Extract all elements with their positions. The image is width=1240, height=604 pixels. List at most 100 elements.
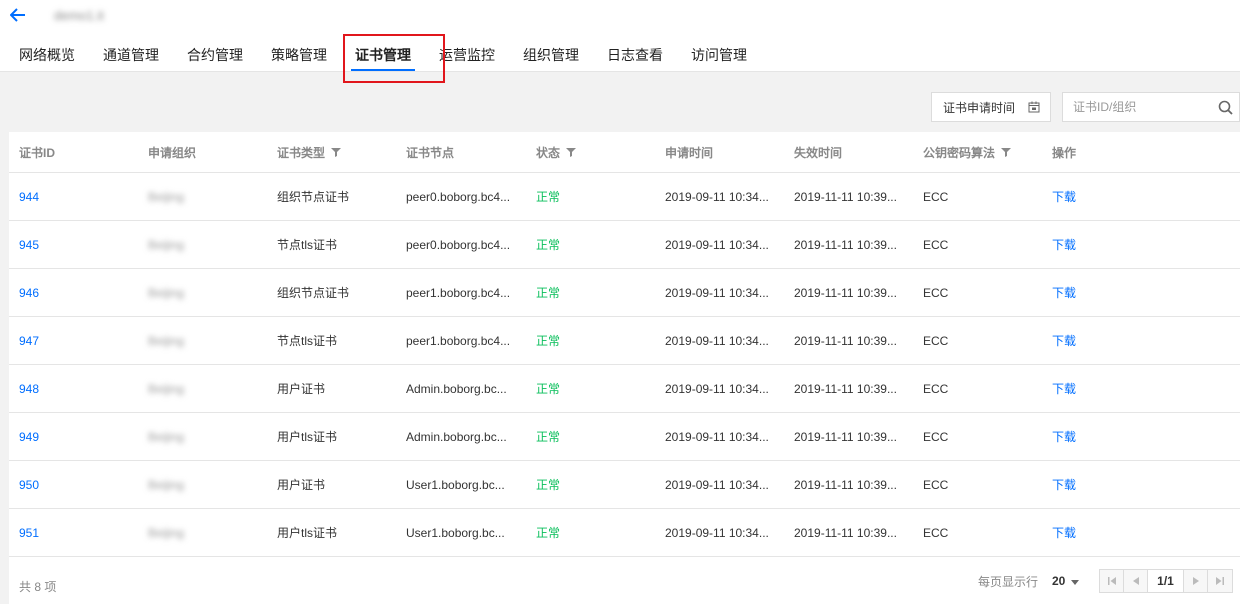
tab-certificate-management[interactable]: 证书管理: [341, 38, 425, 72]
cert-node: peer0.boborg.bc4...: [406, 237, 511, 252]
cert-id-link[interactable]: 949: [19, 430, 139, 444]
col-header-expire-time: 失效时间: [794, 145, 843, 160]
cert-id-link[interactable]: 945: [19, 238, 139, 252]
tab-operations-monitoring[interactable]: 运营监控: [425, 38, 509, 72]
filter-icon[interactable]: [566, 147, 577, 157]
table-row: 950 Beijing 用户证书 User1.boborg.bc... 正常 2…: [9, 461, 1240, 509]
cert-type: 组织节点证书: [277, 286, 350, 300]
table-row: 944 Beijing 组织节点证书 peer0.boborg.bc4... 正…: [9, 173, 1240, 221]
back-arrow-icon[interactable]: [8, 5, 28, 25]
tab-contract-management[interactable]: 合约管理: [173, 38, 257, 72]
status-text: 正常: [536, 430, 561, 444]
expire-time: 2019-11-11 10:39...: [794, 429, 897, 444]
apply-org: Beijing: [148, 189, 185, 204]
col-header-cert-node: 证书节点: [406, 145, 455, 160]
pagination: 1/1: [1099, 569, 1233, 593]
col-header-action: 操作: [1052, 145, 1077, 160]
tab-access-management[interactable]: 访问管理: [677, 38, 761, 72]
caret-down-icon: [1071, 574, 1080, 588]
date-filter-label: 证书申请时间: [943, 100, 1016, 115]
col-header-status-label: 状态: [536, 145, 561, 160]
apply-time: 2019-09-11 10:34...: [665, 333, 769, 348]
cert-node: User1.boborg.bc...: [406, 477, 505, 492]
first-page-icon[interactable]: [1100, 570, 1124, 592]
apply-org: Beijing: [148, 381, 185, 396]
filter-icon[interactable]: [331, 147, 342, 157]
apply-time: 2019-09-11 10:34...: [665, 285, 769, 300]
cert-id-link[interactable]: 950: [19, 478, 139, 492]
status-text: 正常: [536, 382, 561, 396]
table-row: 946 Beijing 组织节点证书 peer1.boborg.bc4... 正…: [9, 269, 1240, 317]
cert-node: peer1.boborg.bc4...: [406, 285, 511, 300]
cert-id-link[interactable]: 951: [19, 526, 139, 540]
certificate-table-card: 证书ID 申请组织 证书类型 证书节点 状态 申请时间 失效时间 公钥密码算法 …: [9, 132, 1240, 604]
apply-time: 2019-09-11 10:34...: [665, 429, 769, 444]
calendar-icon: [1028, 101, 1040, 116]
download-link[interactable]: 下载: [1052, 236, 1172, 253]
apply-time: 2019-09-11 10:34...: [665, 477, 769, 492]
tab-policy-management[interactable]: 策略管理: [257, 38, 341, 72]
table-row: 948 Beijing 用户证书 Admin.boborg.bc... 正常 2…: [9, 365, 1240, 413]
next-page-icon[interactable]: [1184, 570, 1208, 592]
download-link[interactable]: 下载: [1052, 188, 1172, 205]
search-input[interactable]: [1063, 93, 1213, 121]
cert-id-link[interactable]: 948: [19, 382, 139, 396]
filter-icon[interactable]: [1001, 147, 1012, 157]
date-filter-button[interactable]: 证书申请时间: [931, 92, 1051, 122]
last-page-icon[interactable]: [1208, 570, 1232, 592]
col-header-apply-org: 申请组织: [148, 145, 197, 160]
col-header-cert-id: 证书ID: [19, 145, 56, 160]
cert-type: 用户tls证书: [277, 526, 338, 540]
instance-name: demo1.it: [54, 8, 104, 23]
table-header: 证书ID 申请组织 证书类型 证书节点 状态 申请时间 失效时间 公钥密码算法 …: [9, 132, 1240, 173]
cert-type: 用户证书: [277, 382, 326, 396]
table-row: 947 Beijing 节点tls证书 peer1.boborg.bc4... …: [9, 317, 1240, 365]
prev-page-icon[interactable]: [1124, 570, 1148, 592]
apply-time: 2019-09-11 10:34...: [665, 381, 769, 396]
col-header-cert-type-label: 证书类型: [277, 145, 326, 160]
per-page-value: 20: [1052, 574, 1066, 588]
tab-network-overview[interactable]: 网络概览: [0, 38, 89, 72]
algorithm: ECC: [923, 237, 949, 252]
tab-channel-management[interactable]: 通道管理: [89, 38, 173, 72]
apply-org: Beijing: [148, 237, 185, 252]
algorithm: ECC: [923, 333, 949, 348]
top-bar: demo1.it 网络概览 通道管理 合约管理 策略管理 证书管理 运营监控 组…: [0, 0, 1240, 72]
page-indicator: 1/1: [1148, 570, 1184, 592]
col-header-algorithm: 公钥密码算法: [923, 144, 1043, 161]
cert-type: 用户tls证书: [277, 430, 338, 444]
per-page-select[interactable]: 20: [1052, 569, 1080, 593]
tab-organization-management[interactable]: 组织管理: [509, 38, 593, 72]
col-header-algorithm-label: 公钥密码算法: [923, 145, 996, 160]
download-link[interactable]: 下载: [1052, 428, 1172, 445]
search-icon[interactable]: [1218, 100, 1233, 118]
col-header-cert-type: 证书类型: [277, 144, 397, 161]
expire-time: 2019-11-11 10:39...: [794, 477, 897, 492]
tab-bar: 网络概览 通道管理 合约管理 策略管理 证书管理 运营监控 组织管理 日志查看 …: [0, 38, 761, 72]
algorithm: ECC: [923, 189, 949, 204]
cert-id-link[interactable]: 944: [19, 190, 139, 204]
apply-org: Beijing: [148, 429, 185, 444]
apply-org: Beijing: [148, 477, 185, 492]
status-text: 正常: [536, 334, 561, 348]
cert-node: Admin.boborg.bc...: [406, 429, 507, 444]
table-row: 945 Beijing 节点tls证书 peer0.boborg.bc4... …: [9, 221, 1240, 269]
download-link[interactable]: 下载: [1052, 524, 1172, 541]
apply-time: 2019-09-11 10:34...: [665, 237, 769, 252]
expire-time: 2019-11-11 10:39...: [794, 381, 897, 396]
cert-id-link[interactable]: 946: [19, 286, 139, 300]
cert-type: 组织节点证书: [277, 190, 350, 204]
download-link[interactable]: 下载: [1052, 284, 1172, 301]
download-link[interactable]: 下载: [1052, 332, 1172, 349]
status-text: 正常: [536, 238, 561, 252]
algorithm: ECC: [923, 429, 949, 444]
cert-id-link[interactable]: 947: [19, 334, 139, 348]
cert-type: 用户证书: [277, 478, 326, 492]
status-text: 正常: [536, 190, 561, 204]
tab-log-view[interactable]: 日志查看: [593, 38, 677, 72]
expire-time: 2019-11-11 10:39...: [794, 285, 897, 300]
algorithm: ECC: [923, 525, 949, 540]
download-link[interactable]: 下载: [1052, 380, 1172, 397]
status-text: 正常: [536, 286, 561, 300]
download-link[interactable]: 下载: [1052, 476, 1172, 493]
